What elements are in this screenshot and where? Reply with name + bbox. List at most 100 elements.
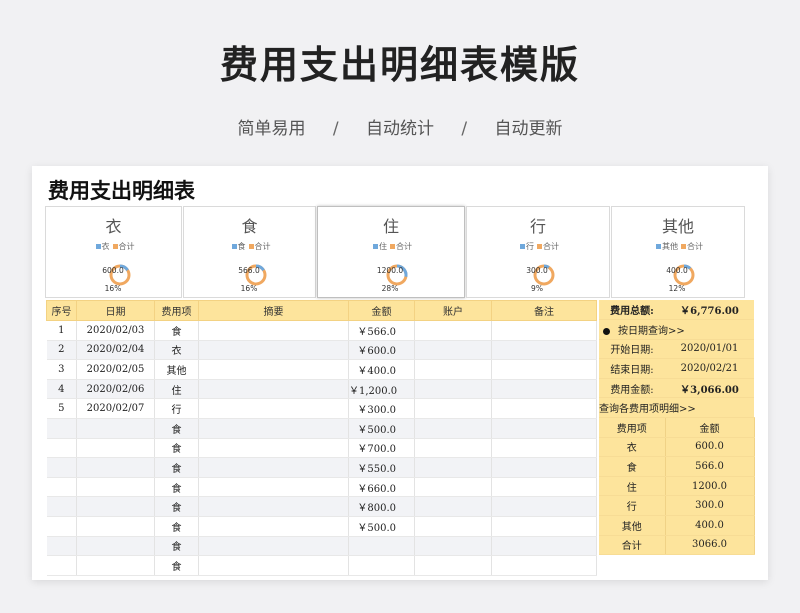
table-cell[interactable]: ￥550.0 xyxy=(348,457,415,478)
table-cell[interactable] xyxy=(76,438,155,459)
table-cell[interactable] xyxy=(198,379,349,400)
table-cell[interactable] xyxy=(198,320,349,341)
table-cell[interactable] xyxy=(491,418,597,439)
table-cell[interactable]: 2 xyxy=(46,340,77,361)
end-date-input[interactable]: 2020/02/21 xyxy=(665,358,754,379)
query-by-date-link[interactable]: 按日期查询>> xyxy=(599,319,754,340)
table-cell[interactable]: 2020/02/05 xyxy=(76,359,155,380)
table-cell[interactable]: 食 xyxy=(154,536,199,557)
table-cell[interactable] xyxy=(46,418,77,439)
table-cell[interactable] xyxy=(76,477,155,498)
table-cell[interactable] xyxy=(348,536,415,557)
query-detail-link[interactable]: 查询各费用项明细>> xyxy=(599,397,754,419)
table-cell[interactable] xyxy=(46,477,77,498)
table-cell[interactable] xyxy=(491,359,597,380)
table-cell[interactable]: 行 xyxy=(154,398,199,419)
table-cell[interactable]: ￥1,200.0 xyxy=(348,379,415,400)
table-cell[interactable] xyxy=(46,536,77,557)
table-cell[interactable] xyxy=(46,555,77,576)
table-cell[interactable] xyxy=(491,320,597,341)
table-cell[interactable]: ￥700.0 xyxy=(348,438,415,459)
table-cell[interactable] xyxy=(491,477,597,498)
table-cell[interactable] xyxy=(491,340,597,361)
table-cell[interactable] xyxy=(414,418,492,439)
table-cell[interactable] xyxy=(491,496,597,517)
card-clothing[interactable]: 衣衣合计 600.0 16% xyxy=(45,206,182,298)
table-cell[interactable] xyxy=(76,536,155,557)
table-cell[interactable] xyxy=(198,477,349,498)
card-transport[interactable]: 行行合计 300.0 9% xyxy=(466,206,610,298)
table-cell[interactable] xyxy=(198,438,349,459)
table-cell[interactable]: ￥600.0 xyxy=(348,340,415,361)
table-cell[interactable]: 食 xyxy=(154,457,199,478)
table-cell[interactable] xyxy=(198,536,349,557)
table-cell[interactable] xyxy=(76,496,155,517)
table-cell[interactable] xyxy=(76,516,155,537)
table-cell[interactable]: 2020/02/04 xyxy=(76,340,155,361)
table-cell[interactable]: ￥660.0 xyxy=(348,477,415,498)
table-cell[interactable]: 食 xyxy=(154,438,199,459)
table-cell[interactable] xyxy=(491,516,597,537)
table-cell[interactable] xyxy=(414,536,492,557)
table-cell[interactable]: 食 xyxy=(154,496,199,517)
table-cell[interactable]: 其他 xyxy=(154,359,199,380)
table-cell[interactable] xyxy=(414,516,492,537)
table-cell[interactable]: 食 xyxy=(154,320,199,341)
table-cell[interactable]: ￥500.0 xyxy=(348,418,415,439)
table-cell[interactable]: ￥800.0 xyxy=(348,496,415,517)
table-cell[interactable] xyxy=(76,457,155,478)
table-cell[interactable]: 1 xyxy=(46,320,77,341)
table-cell[interactable] xyxy=(491,398,597,419)
table-cell[interactable] xyxy=(414,379,492,400)
table-cell[interactable]: 住 xyxy=(154,379,199,400)
table-cell[interactable] xyxy=(414,457,492,478)
table-cell[interactable] xyxy=(198,555,349,576)
table-cell[interactable]: 食 xyxy=(154,477,199,498)
table-cell[interactable]: 衣 xyxy=(154,340,199,361)
table-cell[interactable] xyxy=(46,496,77,517)
card-other[interactable]: 其他 其他 合计 400.0 12% xyxy=(611,206,745,298)
card-food[interactable]: 食食合计 566.0 16% xyxy=(183,206,316,298)
table-cell[interactable] xyxy=(414,359,492,380)
table-cell[interactable] xyxy=(46,457,77,478)
table-cell[interactable] xyxy=(76,555,155,576)
table-cell[interactable] xyxy=(491,457,597,478)
table-cell[interactable] xyxy=(491,379,597,400)
table-cell[interactable] xyxy=(414,398,492,419)
table-cell[interactable]: ￥300.0 xyxy=(348,398,415,419)
table-cell[interactable] xyxy=(348,555,415,576)
table-cell[interactable] xyxy=(414,320,492,341)
table-cell[interactable] xyxy=(491,555,597,576)
table-cell[interactable]: ￥566.0 xyxy=(348,320,415,341)
table-cell[interactable]: 3 xyxy=(46,359,77,380)
table-cell[interactable] xyxy=(414,477,492,498)
table-cell[interactable]: 4 xyxy=(46,379,77,400)
table-cell[interactable] xyxy=(46,516,77,537)
table-cell[interactable]: ￥500.0 xyxy=(348,516,415,537)
table-cell[interactable] xyxy=(198,418,349,439)
table-cell[interactable] xyxy=(198,516,349,537)
table-cell[interactable]: 2020/02/06 xyxy=(76,379,155,400)
table-cell[interactable]: ￥400.0 xyxy=(348,359,415,380)
table-cell[interactable] xyxy=(198,496,349,517)
start-date-input[interactable]: 2020/01/01 xyxy=(665,339,754,360)
table-cell[interactable] xyxy=(491,438,597,459)
table-cell[interactable]: 食 xyxy=(154,555,199,576)
table-cell[interactable] xyxy=(198,457,349,478)
table-cell[interactable] xyxy=(414,496,492,517)
table-cell[interactable] xyxy=(198,340,349,361)
table-cell[interactable] xyxy=(198,359,349,380)
table-cell[interactable]: 2020/02/03 xyxy=(76,320,155,341)
table-cell[interactable]: 食 xyxy=(154,418,199,439)
table-cell[interactable]: 2020/02/07 xyxy=(76,398,155,419)
table-cell[interactable] xyxy=(198,398,349,419)
table-cell[interactable] xyxy=(76,418,155,439)
table-cell[interactable]: 5 xyxy=(46,398,77,419)
table-cell[interactable] xyxy=(46,438,77,459)
table-cell[interactable]: 食 xyxy=(154,516,199,537)
table-cell[interactable] xyxy=(491,536,597,557)
table-cell[interactable] xyxy=(414,438,492,459)
card-housing[interactable]: 住住合计 1200.0 28% xyxy=(317,206,465,298)
table-cell[interactable] xyxy=(414,340,492,361)
table-cell[interactable] xyxy=(414,555,492,576)
